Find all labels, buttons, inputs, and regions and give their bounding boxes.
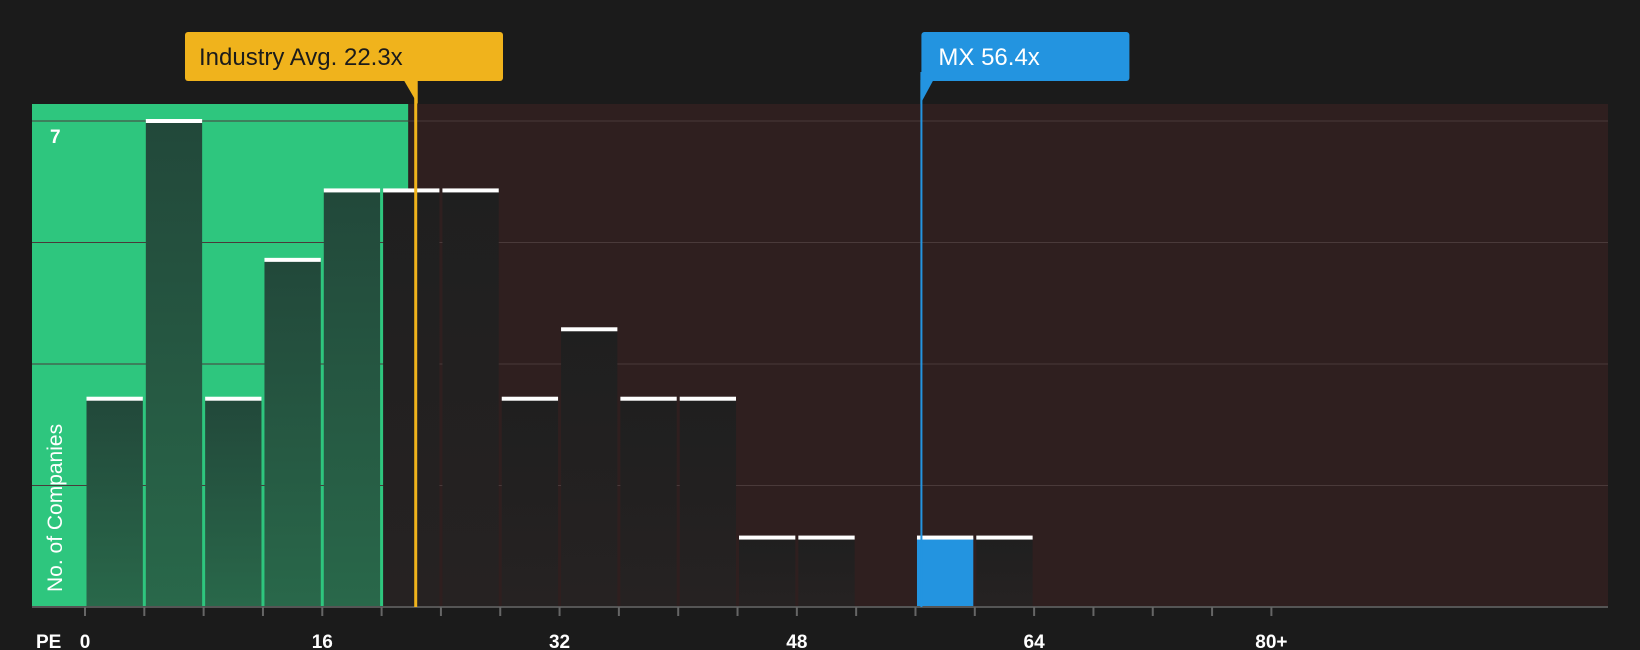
- pe-distribution-chart: 0 16 32 48 64 80+ Industry Avg. 22.3x MX 56.4x…: [0, 0, 1640, 650]
- bar-cap: [501, 396, 559, 401]
- industry-avg-label: Industry Avg. 22.3x: [199, 44, 403, 71]
- y-tick-label: 7: [50, 127, 61, 148]
- histogram-bar: [501, 398, 559, 607]
- histogram-bar: [323, 190, 381, 607]
- histogram-bar: [916, 537, 974, 607]
- histogram-bar: [383, 190, 440, 607]
- x-tick-label: 0: [80, 632, 91, 650]
- bar-cap: [916, 535, 974, 540]
- histogram-bar: [442, 190, 499, 607]
- histogram-bar: [620, 398, 677, 607]
- x-tick-label: 16: [312, 632, 333, 650]
- bar-cap: [561, 327, 618, 332]
- bar-cap: [976, 535, 1033, 540]
- bar-cap: [798, 535, 855, 540]
- bar-cap: [145, 119, 203, 123]
- x-axis: 0 16 32 48 64 80+: [32, 606, 1608, 650]
- histogram-bar: [739, 537, 796, 607]
- bar-cap: [264, 257, 321, 262]
- bar-cap: [679, 396, 737, 401]
- bar-cap: [442, 188, 499, 193]
- histogram-bar: [205, 398, 262, 607]
- bar-cap: [205, 396, 262, 401]
- x-tick-label: 80+: [1255, 632, 1287, 650]
- histogram-bar: [264, 259, 321, 607]
- y-axis-label: No. of Companies: [44, 424, 67, 592]
- bar-cap: [86, 396, 143, 401]
- histogram-bar: [145, 121, 203, 607]
- bar-cap: [383, 188, 440, 193]
- bar-cap: [620, 396, 677, 401]
- x-tick-label: 32: [549, 632, 570, 650]
- x-axis-label: PE: [36, 632, 61, 650]
- histogram-bar: [86, 398, 143, 607]
- x-tick-label: 64: [1024, 632, 1046, 650]
- bar-cap: [323, 188, 381, 193]
- histogram-bar: [679, 398, 737, 607]
- x-tick-label: 48: [786, 632, 807, 650]
- histogram-bar: [976, 537, 1033, 607]
- chart-svg: 0 16 32 48 64 80+ Industry Avg. 22.3x MX 56.4x…: [32, 32, 1609, 650]
- bar-cap: [739, 535, 796, 540]
- histogram-bar: [561, 329, 618, 607]
- histogram-bar: [798, 537, 855, 607]
- company-pe-label: MX 56.4x: [938, 44, 1039, 71]
